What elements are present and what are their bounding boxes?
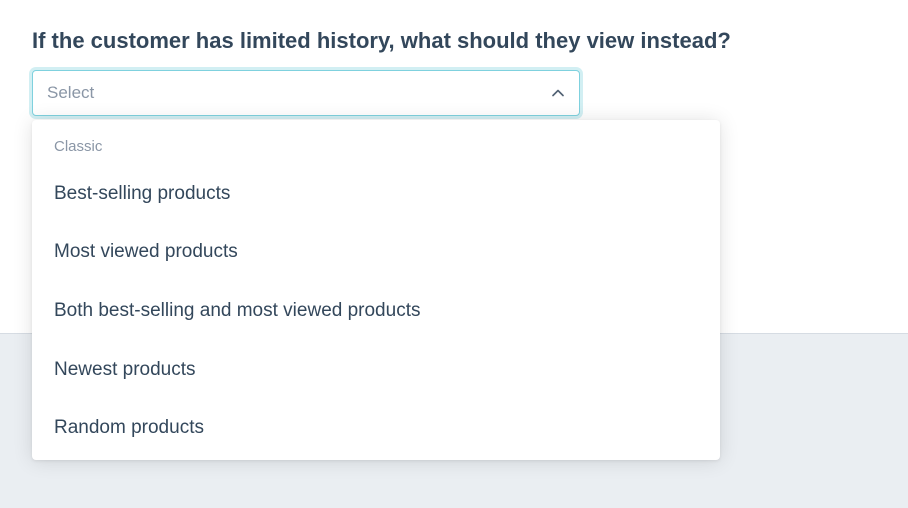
dropdown-panel: Classic Best-selling products Most viewe…: [32, 120, 720, 460]
form-container: If the customer has limited history, wha…: [0, 0, 908, 116]
select-placeholder: Select: [47, 83, 94, 103]
select-dropdown[interactable]: Select: [32, 70, 580, 116]
chevron-up-icon: [551, 86, 565, 100]
dropdown-group-label: Classic: [32, 124, 720, 165]
dropdown-option[interactable]: Both best-selling and most viewed produc…: [32, 282, 720, 341]
dropdown-option[interactable]: Newest products: [32, 341, 720, 400]
select-wrapper: Select Classic Best-selling products Mos…: [32, 70, 580, 116]
dropdown-option[interactable]: Best-selling products: [32, 165, 720, 224]
dropdown-option[interactable]: Random products: [32, 399, 720, 458]
dropdown-option[interactable]: Most viewed products: [32, 223, 720, 282]
question-label: If the customer has limited history, wha…: [32, 26, 876, 56]
